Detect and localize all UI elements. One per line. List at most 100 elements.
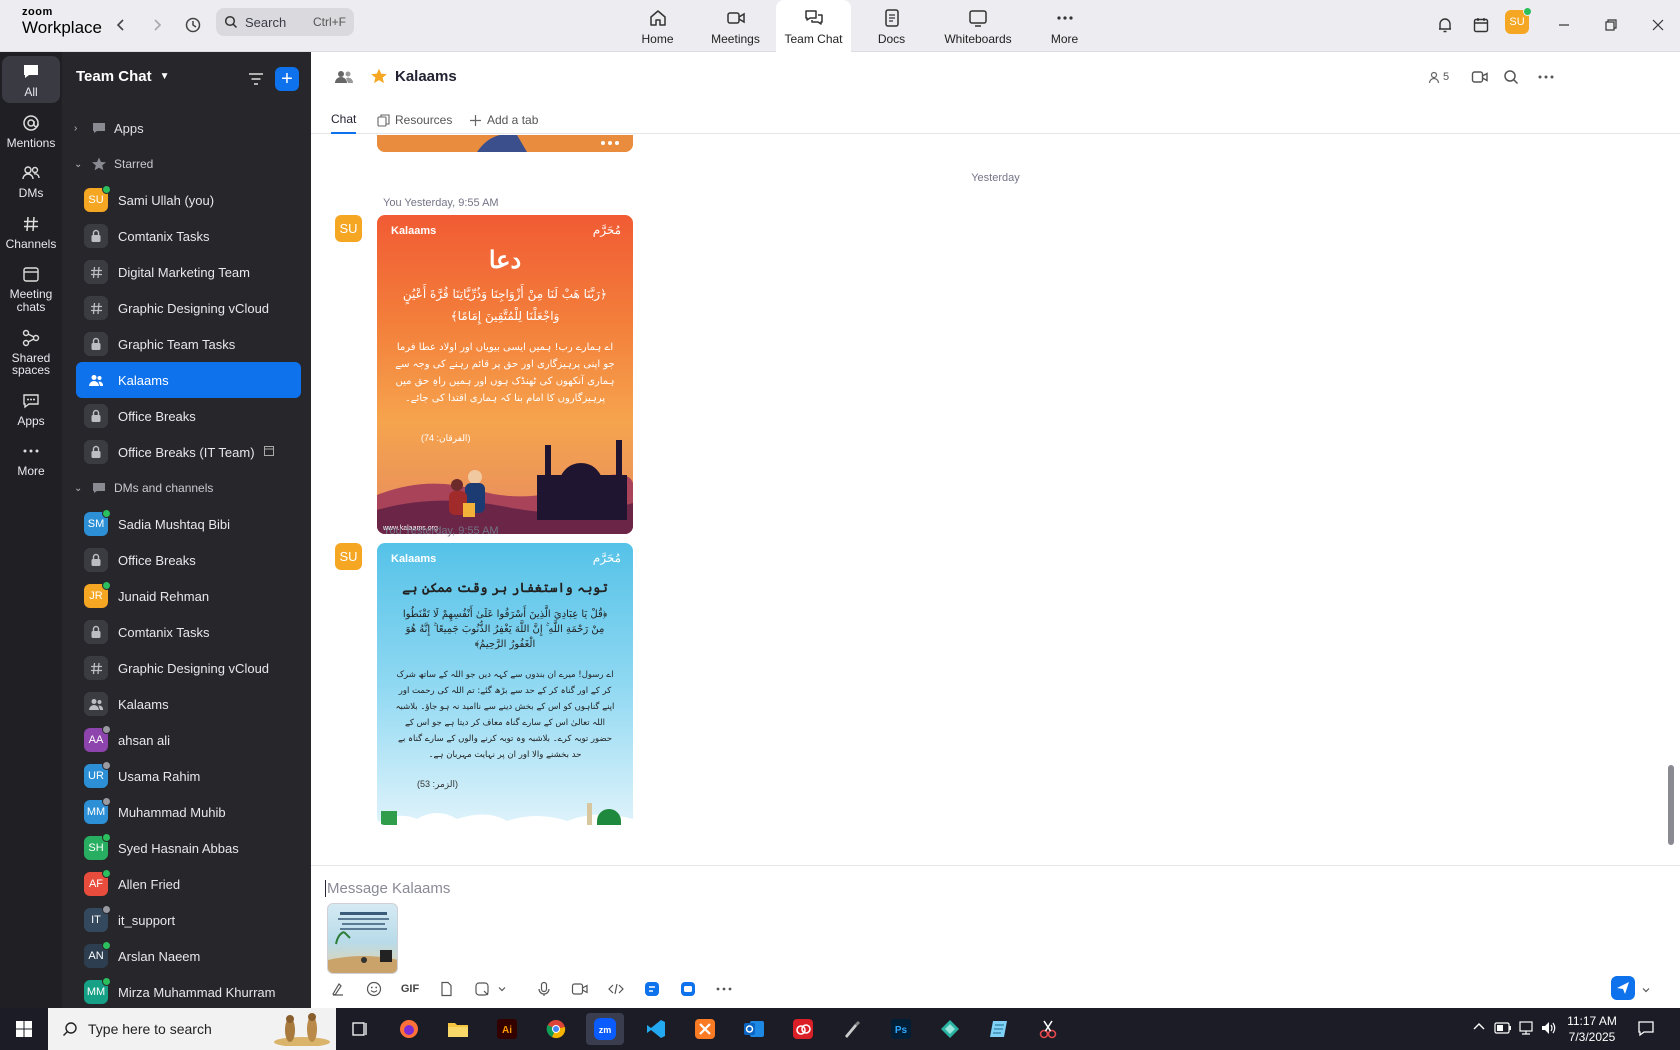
sidebar-item[interactable]: Office Breaks (IT Team) xyxy=(76,434,301,470)
channel-title[interactable]: Kalaams xyxy=(395,68,457,85)
video-message-icon[interactable] xyxy=(567,976,593,1002)
xampp-icon[interactable] xyxy=(686,1013,724,1045)
more-options-icon[interactable] xyxy=(711,976,737,1002)
chevron-down-icon[interactable] xyxy=(1641,983,1651,998)
new-chat-button[interactable]: + xyxy=(275,67,299,91)
notepad-icon[interactable] xyxy=(980,1013,1018,1045)
message-image-card[interactable] xyxy=(377,135,633,152)
sidebar-item[interactable]: Graphic Designing vCloud xyxy=(76,290,301,326)
rail-item-channels[interactable]: Channels xyxy=(2,208,60,255)
task-view-icon[interactable] xyxy=(341,1013,379,1045)
notification-icon[interactable] xyxy=(1637,1019,1655,1040)
zoom-app-icon[interactable]: zm xyxy=(586,1013,624,1045)
star-icon[interactable] xyxy=(370,67,388,85)
sidebar-item[interactable]: Kalaams xyxy=(76,362,301,398)
snipping-tool-icon[interactable] xyxy=(1029,1013,1067,1045)
sidebar-item[interactable]: Comtanix Tasks xyxy=(76,218,301,254)
rail-item-apps[interactable]: Apps xyxy=(2,385,60,432)
chrome-icon[interactable] xyxy=(537,1013,575,1045)
sidebar-item[interactable]: SM Sadia Mushtaq Bibi xyxy=(76,506,301,542)
sidebar-item[interactable]: MM Muhammad Muhib xyxy=(76,794,301,830)
rail-item-all[interactable]: All xyxy=(2,56,60,103)
sidebar-item[interactable]: Graphic Team Tasks xyxy=(76,326,301,362)
message-image-card[interactable]: Kalaams مُحَرَّم توبہ واستغفار ہر وقت مم… xyxy=(377,543,633,825)
sidebar-item[interactable]: AF Allen Fried xyxy=(76,866,301,902)
creative-cloud-icon[interactable] xyxy=(784,1013,822,1045)
sidebar-item[interactable]: IT it_support xyxy=(76,902,301,938)
avatar[interactable]: SU xyxy=(335,215,362,242)
sidebar-item[interactable]: AN Arslan Naeem xyxy=(76,938,301,974)
members-count[interactable]: 5 xyxy=(1427,67,1449,87)
sidebar-item[interactable]: SH Syed Hasnain Abbas xyxy=(76,830,301,866)
sidebar-item[interactable]: UR Usama Rahim xyxy=(76,758,301,794)
zoom-clips-icon[interactable] xyxy=(675,976,701,1002)
nav-tab-docs[interactable]: Docs xyxy=(854,0,929,52)
user-avatar[interactable]: SU xyxy=(1505,7,1532,34)
section-starred[interactable]: ⌄ Starred xyxy=(62,146,311,182)
tray-overflow-icon[interactable] xyxy=(1472,1020,1486,1037)
tab-chat[interactable]: Chat xyxy=(331,106,357,134)
forward-icon[interactable] xyxy=(144,12,170,38)
sidebar-item[interactable]: Comtanix Tasks xyxy=(76,614,301,650)
gif-button[interactable]: GIF xyxy=(397,976,423,1002)
photoshop-icon[interactable]: Ps xyxy=(882,1013,920,1045)
search-box[interactable]: Search Ctrl+F xyxy=(216,8,354,36)
maximize-icon[interactable] xyxy=(1596,10,1626,40)
sidebar-item[interactable]: AA ahsan ali xyxy=(76,722,301,758)
taskbar-search[interactable]: Type here to search xyxy=(48,1008,336,1050)
taskbar-clock[interactable]: 11:17 AM 7/3/2025 xyxy=(1564,1013,1620,1045)
microphone-icon[interactable] xyxy=(531,976,557,1002)
rail-item-meeting-chats[interactable]: Meeting chats xyxy=(2,258,60,317)
sidebar-item[interactable]: Graphic Designing vCloud xyxy=(76,650,301,686)
scrollbar-thumb[interactable] xyxy=(1668,765,1674,845)
tab-add[interactable]: Add a tab xyxy=(469,106,538,134)
network-icon[interactable] xyxy=(1518,1020,1536,1039)
message-image-card[interactable]: Kalaams مُحَرَّم دعا ﴿رَبَّنَا هَبْ لَنَ… xyxy=(377,215,633,534)
battery-icon[interactable] xyxy=(1494,1020,1512,1039)
history-icon[interactable] xyxy=(180,12,206,38)
nav-tab-team-chat[interactable]: Team Chat xyxy=(776,0,851,52)
search-icon[interactable] xyxy=(1503,67,1519,87)
video-camera-icon[interactable] xyxy=(1471,67,1489,87)
send-button[interactable] xyxy=(1611,976,1635,1000)
avatar[interactable]: SU xyxy=(335,543,362,570)
rail-item-shared-spaces[interactable]: Shared spaces xyxy=(2,322,60,381)
sidebar-item[interactable]: Office Breaks xyxy=(76,398,301,434)
nav-tab-meetings[interactable]: Meetings xyxy=(698,0,773,52)
pen-tool-icon[interactable] xyxy=(833,1013,871,1045)
sidebar-title[interactable]: Team Chat ▼ xyxy=(76,68,169,85)
minimize-icon[interactable] xyxy=(1549,10,1579,40)
rail-item-more[interactable]: More xyxy=(2,435,60,482)
sidebar-item[interactable]: Digital Marketing Team xyxy=(76,254,301,290)
file-explorer-icon[interactable] xyxy=(439,1013,477,1045)
screenshot-icon[interactable] xyxy=(469,976,495,1002)
app-integration-icon[interactable] xyxy=(639,976,665,1002)
illustrator-icon[interactable]: Ai xyxy=(488,1013,526,1045)
message-input[interactable]: Message Kalaams xyxy=(325,880,450,897)
windows-start-icon[interactable] xyxy=(5,1013,43,1045)
app-diamond-icon[interactable] xyxy=(931,1013,969,1045)
file-icon[interactable] xyxy=(433,976,459,1002)
format-icon[interactable] xyxy=(325,976,351,1002)
close-icon[interactable] xyxy=(1643,10,1673,40)
section-apps[interactable]: › Apps xyxy=(62,110,311,146)
section-dms-and-channels[interactable]: ⌄ DMs and channels xyxy=(62,470,311,506)
outlook-icon[interactable] xyxy=(735,1013,773,1045)
rail-item-dms[interactable]: DMs xyxy=(2,157,60,204)
tab-resources[interactable]: Resources xyxy=(377,106,452,134)
bell-icon[interactable] xyxy=(1430,10,1460,40)
emoji-icon[interactable] xyxy=(361,976,387,1002)
back-icon[interactable] xyxy=(108,12,134,38)
calendar-icon[interactable] xyxy=(1466,10,1496,40)
feed-scrollbar[interactable] xyxy=(1668,225,1674,855)
sidebar-item[interactable]: MM Mirza Muhammad Khurram xyxy=(76,974,301,1008)
sidebar-item[interactable]: SU Sami Ullah (you) xyxy=(76,182,301,218)
code-snippet-icon[interactable] xyxy=(603,976,629,1002)
nav-tab-more[interactable]: More xyxy=(1027,0,1102,52)
sidebar-item[interactable]: Kalaams xyxy=(76,686,301,722)
nav-tab-home[interactable]: Home xyxy=(620,0,695,52)
nav-tab-whiteboards[interactable]: Whiteboards xyxy=(932,0,1024,52)
more-options-icon[interactable] xyxy=(1537,67,1555,87)
sidebar-item[interactable]: Office Breaks xyxy=(76,542,301,578)
attachment-thumbnail[interactable] xyxy=(327,903,398,974)
